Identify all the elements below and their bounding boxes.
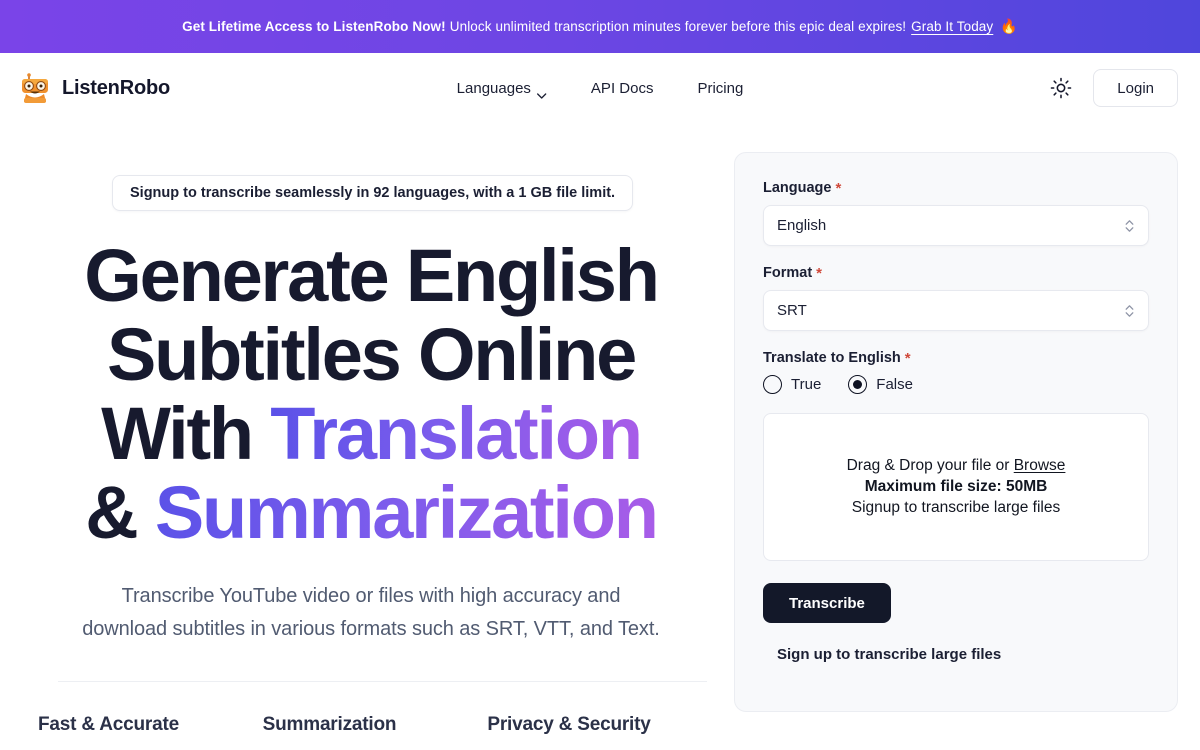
- radio-option-true[interactable]: True: [763, 375, 821, 394]
- hero-subtitle: Transcribe YouTube video or files with h…: [30, 580, 712, 646]
- hero-badge: Signup to transcribe seamlessly in 92 la…: [112, 175, 634, 211]
- section-divider: [58, 681, 707, 682]
- format-select[interactable]: SRT: [763, 290, 1149, 331]
- feature-item-summarization: Summarization: [263, 714, 488, 736]
- browse-link[interactable]: Browse: [1014, 457, 1066, 474]
- radio-selected-dot: [853, 380, 863, 389]
- required-marker: *: [904, 349, 911, 367]
- format-field-group: Format * SRT: [763, 265, 1149, 331]
- robot-icon: [18, 72, 52, 104]
- feature-item-fast-accurate: Fast & Accurate: [38, 714, 263, 736]
- transcription-form-panel: Language * English Format * SRT Translat…: [734, 152, 1178, 712]
- radio-circle-true: [763, 375, 782, 394]
- file-dropzone[interactable]: Drag & Drop your file or Browse Maximum …: [763, 413, 1149, 561]
- radio-option-false[interactable]: False: [848, 375, 913, 394]
- promo-message: Unlock unlimited transcription minutes f…: [449, 19, 907, 34]
- translate-label-text: Translate to English: [763, 350, 901, 366]
- translate-field-group: Translate to English * True False: [763, 350, 1149, 394]
- hero-subtitle-line-1: Transcribe YouTube video or files with h…: [121, 585, 621, 607]
- hero-section: Signup to transcribe seamlessly in 92 la…: [22, 123, 712, 736]
- site-header: ListenRobo Languages API Docs Pricing Lo…: [0, 53, 1200, 123]
- title-line-2: Subtitles Online: [106, 313, 637, 396]
- feature-title: Privacy & Security: [487, 714, 651, 735]
- translate-radio-group: True False: [763, 375, 1149, 394]
- title-line-4: & Summarization: [30, 473, 712, 552]
- title-line-3: With Translation: [30, 394, 712, 473]
- promo-banner: Get Lifetime Access to ListenRobo Now! U…: [0, 0, 1200, 53]
- format-label: Format *: [763, 265, 1149, 281]
- page-title: Generate English Subtitles Online With T…: [30, 236, 712, 552]
- dropzone-prompt-prefix: Drag & Drop your file or: [846, 457, 1014, 474]
- nav-item-languages[interactable]: Languages: [456, 79, 547, 99]
- hero-subtitle-line-2: download subtitles in various formats su…: [82, 618, 660, 640]
- title-line-3-accent: Translation: [270, 392, 643, 475]
- promo-cta-link[interactable]: Grab It Today: [911, 19, 993, 34]
- dropzone-signup-hint: Signup to transcribe large files: [851, 499, 1061, 516]
- title-line-4-plain: &: [85, 471, 155, 554]
- required-marker: *: [835, 179, 842, 197]
- header-actions: Login: [1049, 69, 1178, 107]
- format-select-value: SRT: [777, 302, 807, 319]
- radio-option-true-label: True: [791, 376, 822, 393]
- language-select-value: English: [777, 217, 827, 234]
- chevron-up-down-icon: [1123, 218, 1135, 234]
- login-button[interactable]: Login: [1093, 69, 1178, 107]
- nav-item-pricing[interactable]: Pricing: [697, 80, 743, 97]
- nav-item-api-docs[interactable]: API Docs: [591, 80, 654, 97]
- language-label: Language *: [763, 180, 1149, 196]
- features-row: Fast & Accurate Summarization Privacy & …: [30, 714, 712, 736]
- transcription-form-column: Language * English Format * SRT Translat…: [734, 123, 1178, 736]
- feature-item-privacy-security: Privacy & Security: [487, 714, 712, 736]
- language-select[interactable]: English: [763, 205, 1149, 246]
- main-content: Signup to transcribe seamlessly in 92 la…: [0, 123, 1200, 736]
- title-line-4-accent: Summarization: [154, 471, 659, 554]
- dropzone-max-size: Maximum file size: 50MB: [864, 478, 1048, 495]
- required-marker: *: [816, 264, 822, 282]
- fire-icon: 🔥: [1000, 18, 1018, 34]
- sun-icon[interactable]: [1049, 76, 1073, 100]
- nav-item-api-docs-label: API Docs: [590, 79, 654, 97]
- main-nav: Languages API Docs Pricing: [456, 79, 743, 99]
- brand-logo-link[interactable]: ListenRobo: [18, 72, 170, 104]
- transcribe-button[interactable]: Transcribe: [763, 583, 891, 623]
- chevron-up-down-icon: [1123, 303, 1135, 319]
- feature-title: Fast & Accurate: [38, 714, 179, 735]
- dropzone-prompt: Drag & Drop your file or Browse: [847, 457, 1066, 475]
- nav-item-languages-label: Languages: [456, 79, 531, 97]
- language-label-text: Language: [763, 180, 832, 196]
- translate-label: Translate to English *: [763, 350, 1149, 366]
- feature-title: Summarization: [262, 714, 397, 735]
- title-line-1: Generate English: [84, 234, 660, 317]
- language-field-group: Language * English: [763, 180, 1149, 246]
- brand-name: ListenRobo: [62, 76, 170, 99]
- radio-option-false-label: False: [876, 376, 913, 393]
- format-label-text: Format: [763, 265, 813, 281]
- title-line-3-plain: With: [101, 392, 271, 475]
- chevron-down-icon: [537, 86, 547, 99]
- radio-circle-false: [848, 375, 868, 394]
- nav-item-pricing-label: Pricing: [697, 79, 744, 97]
- promo-headline: Get Lifetime Access to ListenRobo Now!: [182, 19, 446, 34]
- signup-note[interactable]: Sign up to transcribe large files: [763, 646, 1149, 663]
